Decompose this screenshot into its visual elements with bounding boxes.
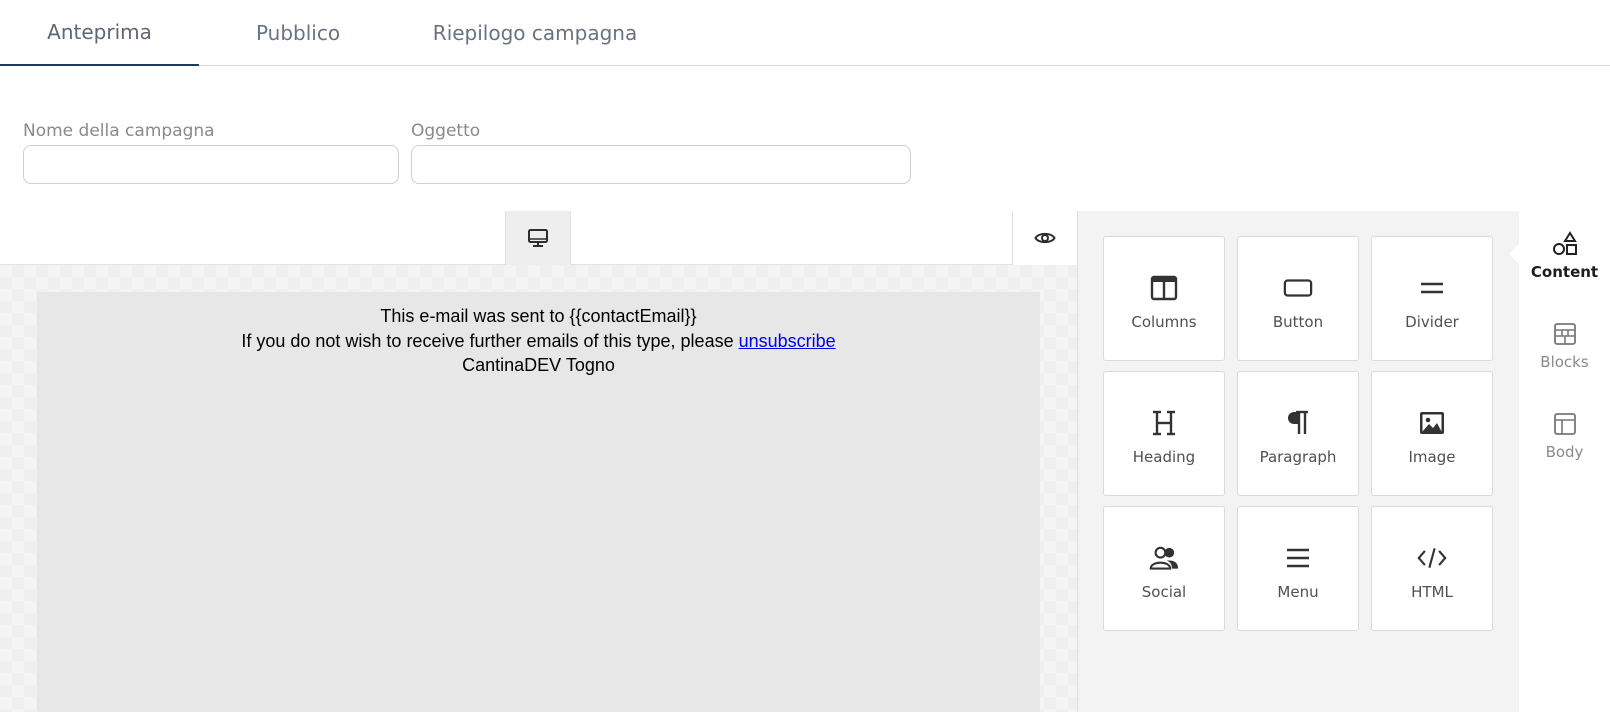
tool-paragraph[interactable]: Paragraph xyxy=(1237,371,1359,496)
social-icon xyxy=(1149,543,1179,573)
email-sent-to-text: This e-mail was sent to {{contactEmail}} xyxy=(380,306,697,326)
side-tab-label: Blocks xyxy=(1540,353,1589,371)
menu-icon xyxy=(1283,543,1313,573)
tab-pubblico[interactable]: Pubblico xyxy=(199,0,397,66)
image-icon xyxy=(1417,408,1447,438)
subject-label: Oggetto xyxy=(411,121,481,141)
preview-button[interactable] xyxy=(1012,211,1077,265)
tool-label: Columns xyxy=(1131,312,1197,331)
tool-label: Image xyxy=(1408,447,1456,466)
blocks-icon xyxy=(1552,321,1578,347)
email-editor: This e-mail was sent to {{contactEmail}}… xyxy=(0,211,1077,712)
side-tab-label: Content xyxy=(1530,263,1599,281)
email-footer-block[interactable]: This e-mail was sent to {{contactEmail}}… xyxy=(37,292,1040,712)
editor-toolbar xyxy=(0,211,1077,265)
side-tab-content[interactable]: Content xyxy=(1519,211,1610,301)
body-layout-icon xyxy=(1552,411,1578,437)
unsubscribe-text: If you do not wish to receive further em… xyxy=(37,329,1040,354)
desktop-view-button[interactable] xyxy=(505,211,571,265)
tool-label: Social xyxy=(1141,582,1187,601)
editor-side-nav: Content Blocks Body xyxy=(1519,211,1610,712)
tool-divider[interactable]: Divider xyxy=(1371,236,1493,361)
tab-anteprima[interactable]: Anteprima xyxy=(0,0,199,66)
tool-label: Heading xyxy=(1132,447,1196,466)
tool-label: Menu xyxy=(1277,582,1319,601)
tool-label: HTML xyxy=(1411,582,1453,601)
company-name-text: CantinaDEV Togno xyxy=(462,355,615,375)
tab-riepilogo-campagna[interactable]: Riepilogo campagna xyxy=(397,0,673,66)
paragraph-icon xyxy=(1283,408,1313,438)
button-icon xyxy=(1283,273,1313,303)
shapes-icon xyxy=(1552,231,1578,257)
divider-icon xyxy=(1417,273,1447,303)
tool-button[interactable]: Button xyxy=(1237,236,1359,361)
heading-icon xyxy=(1149,408,1179,438)
eye-icon xyxy=(1034,232,1056,244)
unsubscribe-link[interactable]: unsubscribe xyxy=(739,331,836,351)
tool-html[interactable]: HTML xyxy=(1371,506,1493,631)
content-tools-panel: Columns Button Divider Heading Paragraph… xyxy=(1077,211,1519,712)
active-tab-pointer xyxy=(1509,244,1519,264)
tool-label: Paragraph xyxy=(1259,447,1337,466)
tool-image[interactable]: Image xyxy=(1371,371,1493,496)
code-icon xyxy=(1417,543,1447,573)
tool-label: Divider xyxy=(1405,312,1459,331)
side-tab-blocks[interactable]: Blocks xyxy=(1519,301,1610,391)
side-tab-body[interactable]: Body xyxy=(1519,391,1610,481)
tool-social[interactable]: Social xyxy=(1103,506,1225,631)
side-tab-label: Body xyxy=(1545,443,1584,461)
tool-label: Button xyxy=(1272,312,1324,331)
unsubscribe-prefix: If you do not wish to receive further em… xyxy=(241,330,739,351)
subject-input[interactable] xyxy=(411,145,911,184)
columns-icon xyxy=(1149,273,1179,303)
campaign-name-label: Nome della campagna xyxy=(23,121,215,141)
campaign-tabs: Anteprima Pubblico Riepilogo campagna xyxy=(0,0,1610,66)
tool-menu[interactable]: Menu xyxy=(1237,506,1359,631)
desktop-icon xyxy=(528,229,548,247)
tool-columns[interactable]: Columns xyxy=(1103,236,1225,361)
campaign-name-input[interactable] xyxy=(23,145,399,184)
tool-heading[interactable]: Heading xyxy=(1103,371,1225,496)
